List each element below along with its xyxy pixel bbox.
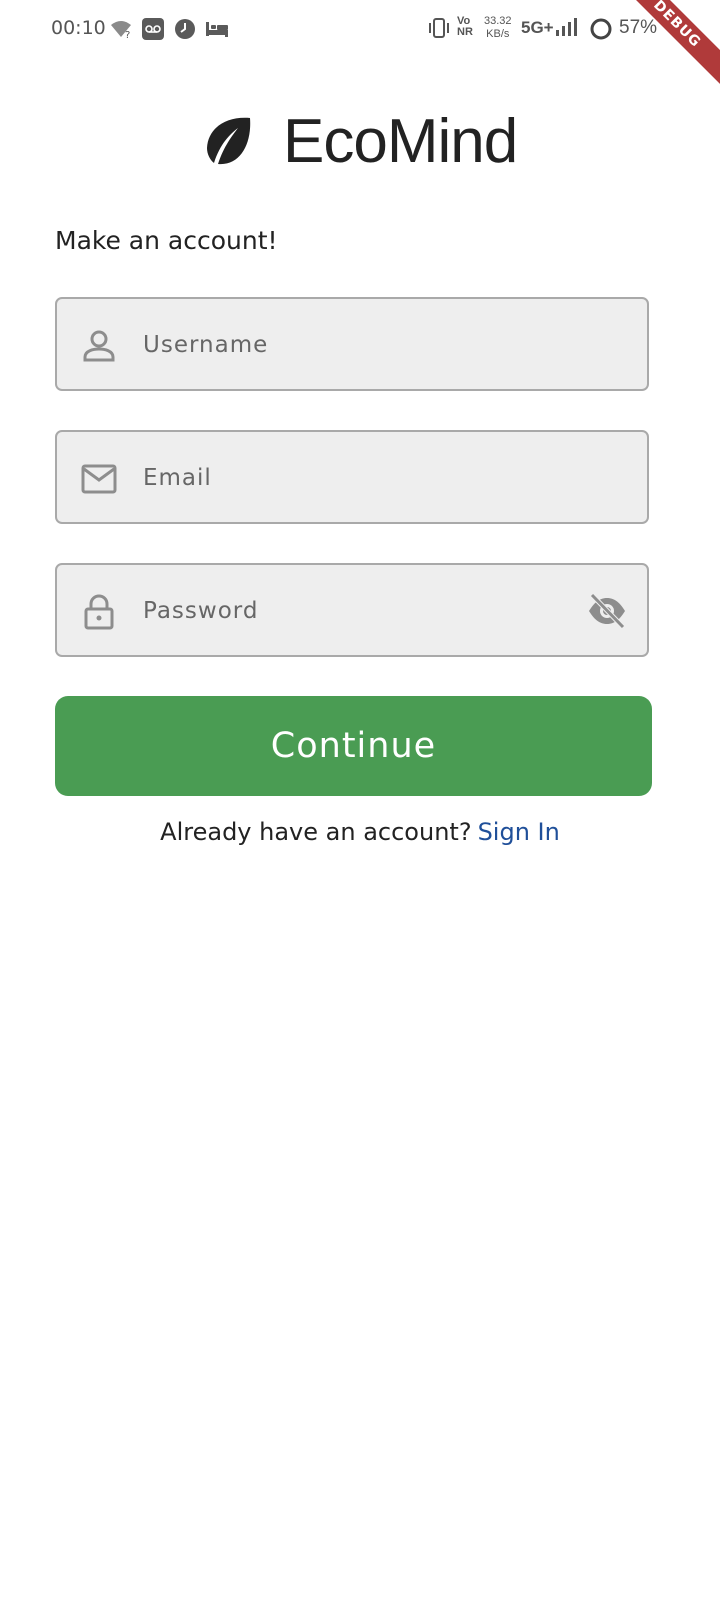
- status-time: 00:10: [51, 17, 106, 39]
- lock-icon: [84, 594, 114, 630]
- password-field[interactable]: [55, 563, 649, 657]
- signin-prompt: Already have an account?: [160, 818, 472, 846]
- wifi-unknown-icon: ?: [111, 21, 131, 39]
- person-icon: [83, 330, 115, 362]
- voicemail-icon: [142, 18, 164, 40]
- network-type: 5G+: [521, 18, 554, 37]
- signal-icon: [556, 18, 577, 36]
- email-field[interactable]: [55, 430, 649, 524]
- bed-icon: [206, 22, 228, 37]
- page-title: Make an account!: [55, 226, 278, 255]
- password-input[interactable]: [141, 565, 575, 657]
- mail-icon: [81, 464, 117, 494]
- status-bar: 00:10 ? Vo NR 33.32 KB/s 5G+ 57%: [0, 0, 720, 58]
- battery-icon: [590, 18, 612, 40]
- app-name: EcoMind: [283, 106, 518, 176]
- app-logo: EcoMind: [204, 107, 518, 176]
- network-speed: 33.32 KB/s: [484, 15, 512, 40]
- svg-text:?: ?: [125, 30, 130, 39]
- signin-link[interactable]: Sign In: [478, 818, 560, 846]
- email-input[interactable]: [141, 432, 575, 524]
- signin-row: Already have an account? Sign In: [0, 818, 720, 846]
- volte-indicator: Vo NR: [457, 15, 473, 38]
- clock-icon: [175, 19, 195, 39]
- username-field[interactable]: [55, 297, 649, 391]
- leaf-icon: [207, 117, 251, 165]
- continue-button[interactable]: Continue: [55, 696, 652, 796]
- username-input[interactable]: [141, 299, 575, 391]
- battery-percent: 57%: [619, 17, 658, 38]
- eye-off-icon[interactable]: [587, 593, 627, 629]
- vibrate-icon: [429, 18, 449, 38]
